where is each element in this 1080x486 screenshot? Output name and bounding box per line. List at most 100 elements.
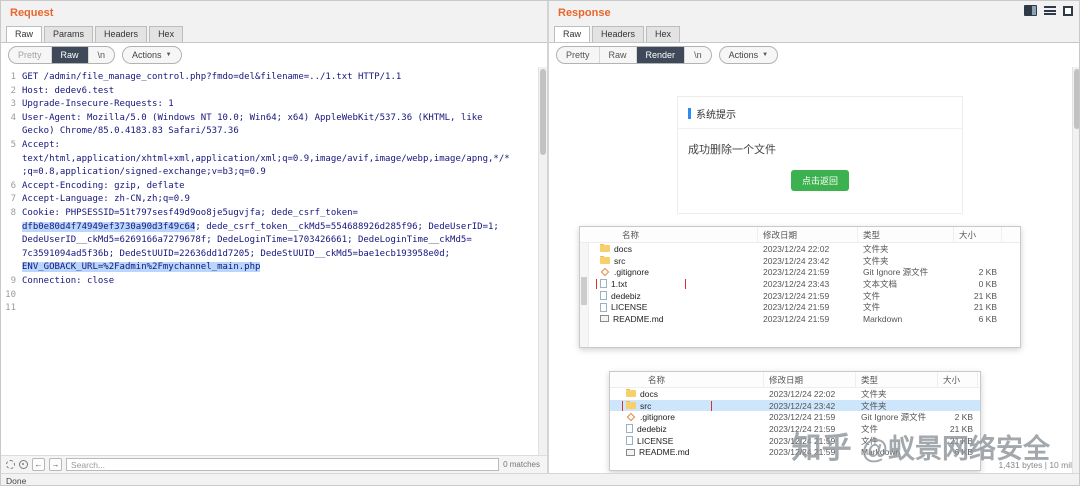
status-bar: Done bbox=[1, 473, 1079, 486]
file-icon bbox=[600, 302, 607, 312]
search-input[interactable] bbox=[66, 458, 500, 471]
file-row-.gitignore[interactable]: .gitignore 2023/12/24 21:59 Git Ignore 源文件… bbox=[580, 266, 1020, 278]
file-row-1.txt[interactable]: 1.txt 2023/12/24 23:43 文本文档 0 KB bbox=[580, 278, 1020, 290]
dialog-message: 成功删除一个文件 bbox=[688, 144, 776, 156]
request-scrollbar[interactable] bbox=[538, 67, 547, 455]
request-line: 9 Connection: close bbox=[10, 275, 115, 286]
search-next-button[interactable]: → bbox=[49, 458, 62, 471]
layout-controls bbox=[1024, 5, 1073, 16]
tab-headers[interactable]: Headers bbox=[95, 26, 148, 42]
request-line: 10 bbox=[5, 289, 16, 300]
file-row-README.md[interactable]: README.md 2023/12/24 21:59 Markdown 6 KB bbox=[580, 313, 1020, 325]
tab-hex[interactable]: Hex bbox=[149, 26, 184, 42]
view-render-button[interactable]: Render bbox=[636, 47, 686, 63]
response-actions-button[interactable]: Actions ▼ bbox=[718, 46, 779, 64]
file-row-src[interactable]: src 2023/12/24 23:42 文件夹 bbox=[580, 255, 1020, 267]
file-icon bbox=[626, 448, 635, 456]
request-line: 3 Upgrade-Insecure-Requests: 1 bbox=[10, 99, 174, 110]
view-linebreak-button[interactable]: \n bbox=[685, 47, 711, 63]
dialog-title-row: 系统提示 bbox=[678, 97, 962, 129]
request-panel: Request Raw Params Headers Hex Pretty Raw \n … bbox=[1, 1, 547, 473]
view-raw-button[interactable]: Raw bbox=[51, 47, 89, 63]
response-header: Response bbox=[549, 1, 1079, 25]
actions-label: Actions bbox=[132, 50, 162, 60]
view-pretty-button[interactable]: Pretty bbox=[557, 47, 600, 63]
dialog-title: 系统提示 bbox=[696, 110, 736, 121]
file-row-docs[interactable]: docs 2023/12/24 22:02 文件夹 bbox=[580, 243, 1020, 255]
view-linebreak-button[interactable]: \n bbox=[89, 47, 115, 63]
request-line: 7c3591094ad5f36b; DedeStUUID=22636dd1d72… bbox=[22, 248, 451, 259]
tab-raw[interactable]: Raw bbox=[554, 26, 591, 42]
request-line: DedeUserID__ckMd5=6269166a7279678f; Dede… bbox=[22, 235, 472, 246]
request-actions-button[interactable]: Actions ▼ bbox=[122, 46, 182, 64]
folder-icon bbox=[600, 255, 610, 265]
search-previous-button[interactable]: ← bbox=[32, 458, 45, 471]
file-icon bbox=[600, 267, 610, 277]
request-line: ;q=0.8,application/signed-exchange;v=b3;… bbox=[22, 167, 266, 178]
file-icon bbox=[626, 412, 636, 422]
file-row-docs[interactable]: docs 2023/12/24 22:02 文件夹 bbox=[610, 388, 980, 400]
request-lines: 1 GET /admin/file_manage_control.php?fmdo… bbox=[1, 71, 538, 316]
menu-icon[interactable] bbox=[1044, 5, 1056, 16]
single-pane-icon[interactable] bbox=[1063, 5, 1073, 16]
request-line: dfb0e80d4f74949ef3730a90d3f49c64; dede_c… bbox=[22, 221, 499, 232]
request-line: ENV_GOBACK_URL=%2Fadmin%2Fmychannel_main… bbox=[22, 262, 261, 273]
request-line: Gecko) Chrome/85.0.4183.83 Safari/537.36 bbox=[22, 126, 239, 137]
request-header: Request bbox=[1, 1, 547, 25]
request-editor[interactable]: 1 GET /admin/file_manage_control.php?fmdo… bbox=[1, 67, 538, 455]
file-explorer-before: 名称 修改日期 类型 大小 docs 2023/12/24 22:02 文件夹 src 2023… bbox=[579, 226, 1021, 348]
file-row-LICENSE[interactable]: LICENSE 2023/12/24 21:59 文件 21 KB bbox=[580, 301, 1020, 313]
folder-icon bbox=[626, 388, 636, 398]
response-panel: Response Raw Headers Hex Pretty Raw Render \n… bbox=[549, 1, 1079, 473]
view-raw-button[interactable]: Raw bbox=[600, 47, 637, 63]
response-view-toggle: Pretty Raw Render \n bbox=[556, 46, 712, 64]
explorer-column-headers[interactable]: 名称 修改日期 类型 大小 bbox=[580, 227, 1020, 243]
status-text: Done bbox=[6, 475, 27, 486]
folder-icon bbox=[600, 243, 610, 253]
file-icon bbox=[600, 315, 609, 323]
scrollbar-thumb[interactable] bbox=[540, 69, 546, 155]
search-scope-icon[interactable] bbox=[19, 460, 28, 469]
response-render-area: 系统提示 成功删除一个文件 点击返回 名称 修改日期 类型 大小 docs 2023/12… bbox=[549, 67, 1072, 473]
file-row-dedebiz[interactable]: dedebiz 2023/12/24 21:59 文件 21 KB bbox=[580, 290, 1020, 302]
tab-hex[interactable]: Hex bbox=[646, 26, 681, 42]
file-row-src[interactable]: src 2023/12/24 23:42 文件夹 bbox=[610, 399, 980, 412]
split-view-icon[interactable] bbox=[1024, 5, 1037, 16]
request-line: 5 Accept: bbox=[10, 139, 60, 150]
file-row-.gitignore[interactable]: .gitignore 2023/12/24 21:59 Git Ignore 源文件… bbox=[610, 411, 980, 423]
file-icon bbox=[600, 291, 607, 301]
request-line: 4 User-Agent: Mozilla/5.0 (Windows NT 10.… bbox=[10, 112, 483, 123]
request-toolbar: Pretty Raw \n Actions ▼ bbox=[1, 43, 547, 67]
system-dialog: 系统提示 成功删除一个文件 点击返回 bbox=[677, 96, 963, 214]
explorer-column-headers[interactable]: 名称 修改日期 类型 大小 bbox=[610, 372, 980, 388]
response-scrollbar[interactable] bbox=[1072, 67, 1079, 473]
request-line: 8 Cookie: PHPSESSID=51t797sesf49d9oo8je5u… bbox=[10, 207, 358, 218]
scrollbar-thumb[interactable] bbox=[1074, 69, 1079, 129]
chevron-down-icon: ▼ bbox=[762, 52, 769, 58]
tab-params[interactable]: Params bbox=[44, 26, 94, 42]
explorer-scrollbar[interactable] bbox=[580, 243, 589, 347]
response-tabs: Raw Headers Hex bbox=[549, 25, 1079, 43]
folder-icon bbox=[626, 400, 636, 410]
request-tabs: Raw Params Headers Hex bbox=[1, 25, 547, 43]
search-settings-icon[interactable] bbox=[6, 460, 15, 469]
request-line: text/html,application/xhtml+xml,applicat… bbox=[22, 153, 510, 164]
file-icon bbox=[626, 424, 633, 434]
http-repeater-window: Request Raw Params Headers Hex Pretty Raw \n … bbox=[0, 0, 1080, 486]
accent-bar bbox=[688, 108, 691, 119]
request-title: Request bbox=[10, 7, 54, 19]
request-line: 1 GET /admin/file_manage_control.php?fmdo… bbox=[10, 72, 402, 82]
response-toolbar: Pretty Raw Render \n Actions ▼ bbox=[549, 43, 1079, 67]
view-pretty-button[interactable]: Pretty bbox=[9, 47, 52, 63]
request-view-toggle: Pretty Raw \n bbox=[8, 46, 116, 64]
file-icon bbox=[626, 436, 633, 446]
tab-raw[interactable]: Raw bbox=[6, 26, 43, 42]
request-search-bar: ← → 0 matches bbox=[1, 455, 547, 473]
request-line: 7 Accept-Language: zh-CN,zh;q=0.9 bbox=[10, 194, 190, 205]
scrollbar-thumb[interactable] bbox=[581, 277, 587, 305]
tab-headers[interactable]: Headers bbox=[592, 26, 645, 42]
response-size-status: 1,431 bytes | 10 mil bbox=[998, 460, 1072, 470]
search-match-count: 0 matches bbox=[503, 460, 540, 469]
return-button[interactable]: 点击返回 bbox=[790, 170, 849, 191]
request-line: 2 Host: dedev6.test bbox=[10, 85, 115, 96]
